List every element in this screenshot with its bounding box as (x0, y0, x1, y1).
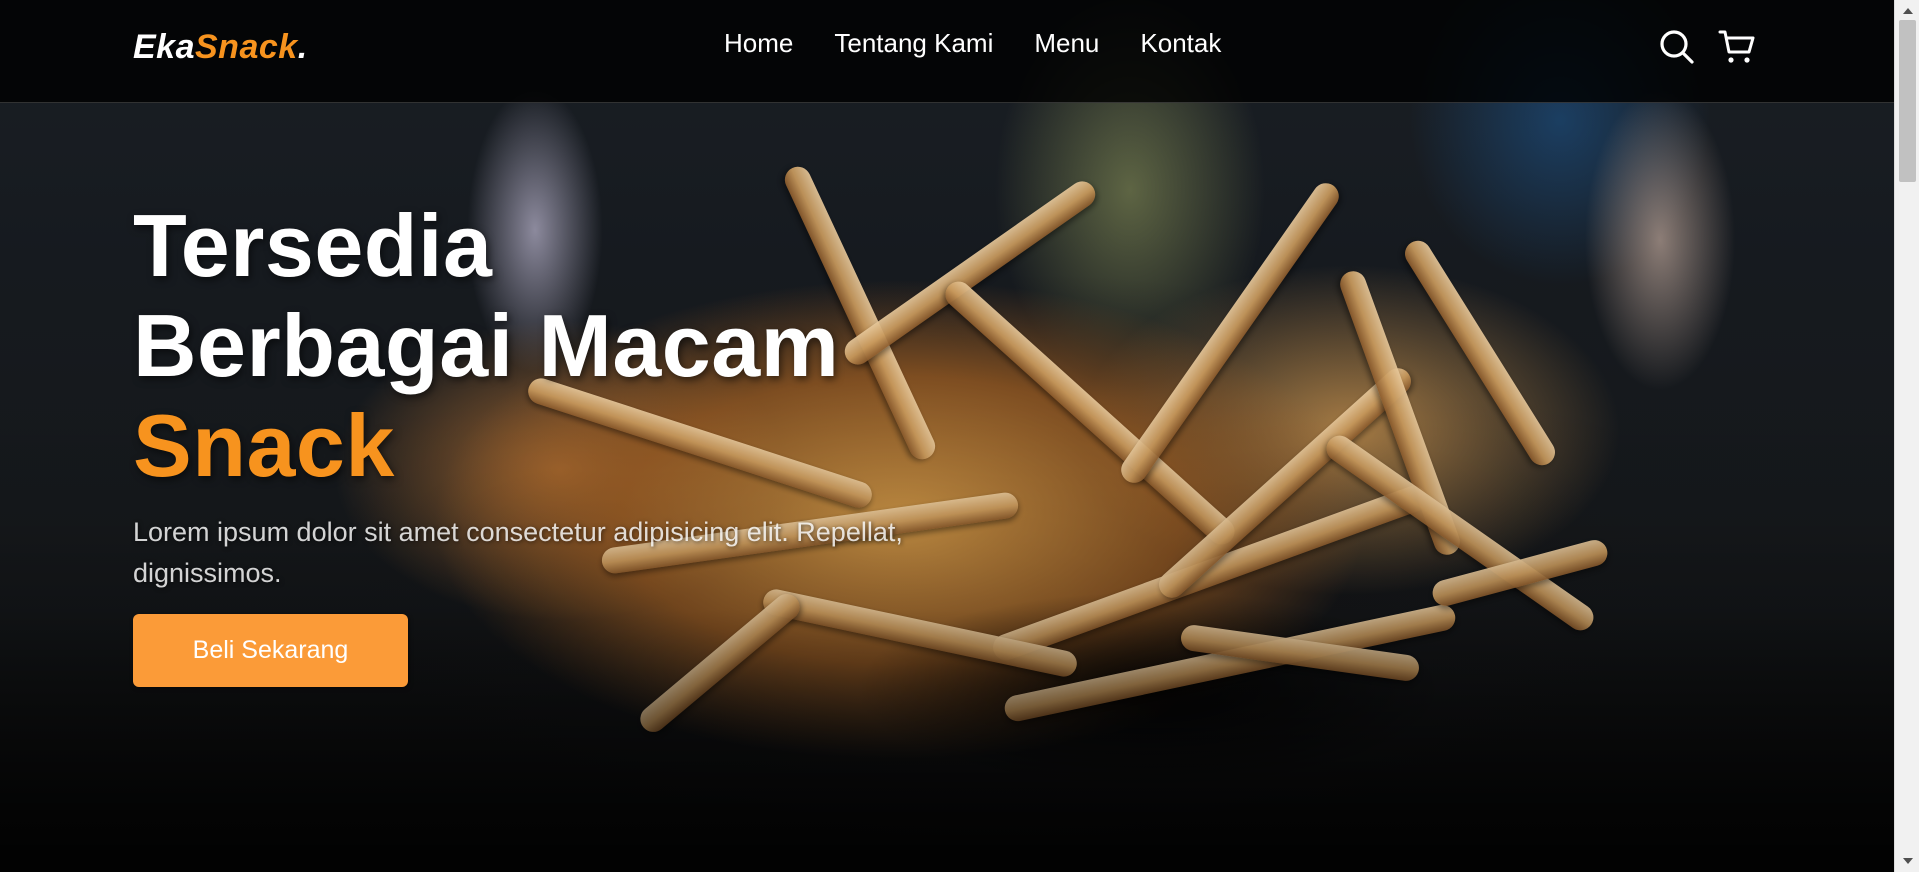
shopping-cart-icon[interactable] (1718, 28, 1756, 66)
hero-title-line2: Berbagai Macam (133, 296, 840, 395)
scroll-down-arrow-icon[interactable] (1903, 858, 1913, 864)
hero-title-line1: Tersedia (133, 196, 493, 295)
hero-title: Tersedia Berbagai Macam Snack (133, 196, 1033, 496)
logo-text-part3: . (297, 28, 308, 66)
nav-links: Home Tentang Kami Menu Kontak (724, 28, 1221, 59)
scroll-up-arrow-icon[interactable] (1903, 8, 1913, 14)
logo-text-part2: Snack (195, 28, 298, 66)
nav-link-menu[interactable]: Menu (1034, 28, 1099, 59)
logo-text-part1: Eka (133, 28, 195, 66)
nav-link-kontak[interactable]: Kontak (1140, 28, 1221, 59)
search-icon[interactable] (1658, 28, 1696, 66)
page-scrollbar[interactable] (1894, 0, 1919, 872)
brand-logo[interactable]: EkaSnack. (133, 28, 308, 67)
navbar: EkaSnack. Home Tentang Kami Menu Kontak (0, 0, 1894, 103)
scrollbar-thumb[interactable] (1899, 20, 1916, 182)
hero-description: Lorem ipsum dolor sit amet consectetur a… (133, 517, 903, 588)
nav-link-home[interactable]: Home (724, 28, 793, 59)
hero-section: Tersedia Berbagai Macam Snack Lorem ipsu… (133, 196, 1033, 687)
nav-icons (1658, 28, 1756, 66)
nav-link-tentang-kami[interactable]: Tentang Kami (834, 28, 993, 59)
buy-now-button[interactable]: Beli Sekarang (133, 614, 408, 687)
hero-title-accent: Snack (133, 396, 395, 495)
landing-page: EkaSnack. Home Tentang Kami Menu Kontak (0, 0, 1919, 872)
